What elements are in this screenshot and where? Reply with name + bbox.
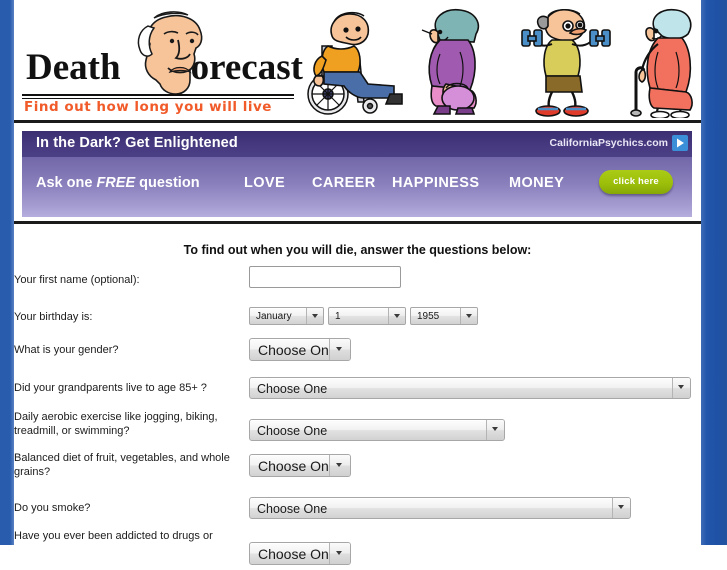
advertisement-banner[interactable]: In the Dark? Get Enlightened CaliforniaP…	[22, 131, 692, 217]
grandparents-select[interactable]: Choose One	[249, 377, 691, 399]
smoking-label: Do you smoke?	[14, 502, 91, 514]
adchoices-triangle-icon[interactable]	[672, 135, 688, 151]
ad-ask-suffix: question	[135, 175, 200, 191]
ad-ask-free: FREE	[96, 175, 136, 191]
cartoon-elderly-man-in-wheelchair	[307, 11, 403, 115]
chevron-down-icon[interactable]	[329, 455, 350, 476]
ad-ask-prefix: Ask one	[36, 175, 97, 191]
chevron-down-icon[interactable]	[612, 498, 630, 518]
gender-label: What is your gender?	[14, 344, 119, 356]
form-row-birthday: Your birthday is: January 1 1955	[14, 307, 701, 327]
site-masthead: Death Forecast Find out how long you wil…	[14, 0, 701, 120]
diet-select[interactable]: Choose One	[249, 454, 351, 477]
cartoon-elderly-woman-with-cane	[630, 8, 693, 118]
site-logo[interactable]: Death Forecast Find out how long you wil…	[14, 8, 304, 115]
first-name-label: Your first name (optional):	[14, 274, 140, 286]
cartoon-elderly-woman-with-headscarf	[421, 8, 480, 115]
chevron-down-icon[interactable]	[306, 308, 323, 324]
exercise-select[interactable]: Choose One	[249, 419, 505, 441]
ad-click-here-button[interactable]: click here	[599, 170, 673, 194]
header-cartoon-strip	[290, 4, 701, 118]
caricature-head-icon	[137, 11, 203, 95]
first-name-input[interactable]	[249, 266, 401, 288]
birthday-day-select[interactable]: 1	[328, 307, 406, 325]
ad-ask-line: Ask one FREE question	[36, 175, 200, 191]
gender-select[interactable]: Choose One	[249, 338, 351, 361]
birthday-year-select[interactable]: 1955	[410, 307, 478, 325]
page-right-border	[701, 0, 727, 545]
form-instruction-heading: To find out when you will die, answer th…	[183, 243, 532, 257]
ad-nav-happiness[interactable]: HAPPINESS	[392, 175, 479, 191]
logo-word-death: Death	[26, 47, 121, 88]
smoking-select[interactable]: Choose One	[249, 497, 631, 519]
chevron-down-icon[interactable]	[388, 308, 405, 324]
chevron-down-icon[interactable]	[329, 339, 350, 360]
chevron-down-icon[interactable]	[672, 378, 690, 398]
addiction-select[interactable]: Choose One	[249, 542, 351, 565]
diet-label: Balanced diet of fruit, vegetables, and …	[14, 452, 230, 478]
logo-underline-thick	[22, 94, 294, 96]
header-divider-bottom	[14, 221, 701, 224]
cartoon-elderly-man-lifting-dumbbells	[521, 8, 611, 117]
ad-nav-money[interactable]: MONEY	[509, 175, 564, 191]
grandparents-label: Did your grandparents live to age 85+ ?	[14, 382, 207, 394]
birthday-month-select[interactable]: January	[249, 307, 324, 325]
birthday-label: Your birthday is:	[14, 311, 93, 323]
exercise-label: Daily aerobic exercise like jogging, bik…	[14, 411, 218, 437]
chevron-down-icon[interactable]	[329, 543, 350, 564]
ad-headline: In the Dark? Get Enlightened	[36, 135, 238, 151]
page-content: Death Forecast Find out how long you wil…	[14, 0, 701, 565]
site-tagline: Find out how long you will live	[24, 99, 272, 115]
ad-brand-name: CaliforniaPsychics.com	[549, 137, 668, 149]
chevron-down-icon[interactable]	[460, 308, 477, 324]
page-root: Death Forecast Find out how long you wil…	[0, 0, 727, 565]
ad-nav-love[interactable]: LOVE	[244, 175, 285, 191]
page-left-border	[0, 0, 14, 545]
ad-nav-career[interactable]: CAREER	[312, 175, 376, 191]
chevron-down-icon[interactable]	[486, 420, 504, 440]
header-divider-top	[14, 120, 701, 123]
addiction-label: Have you ever been addicted to drugs or	[14, 530, 213, 542]
